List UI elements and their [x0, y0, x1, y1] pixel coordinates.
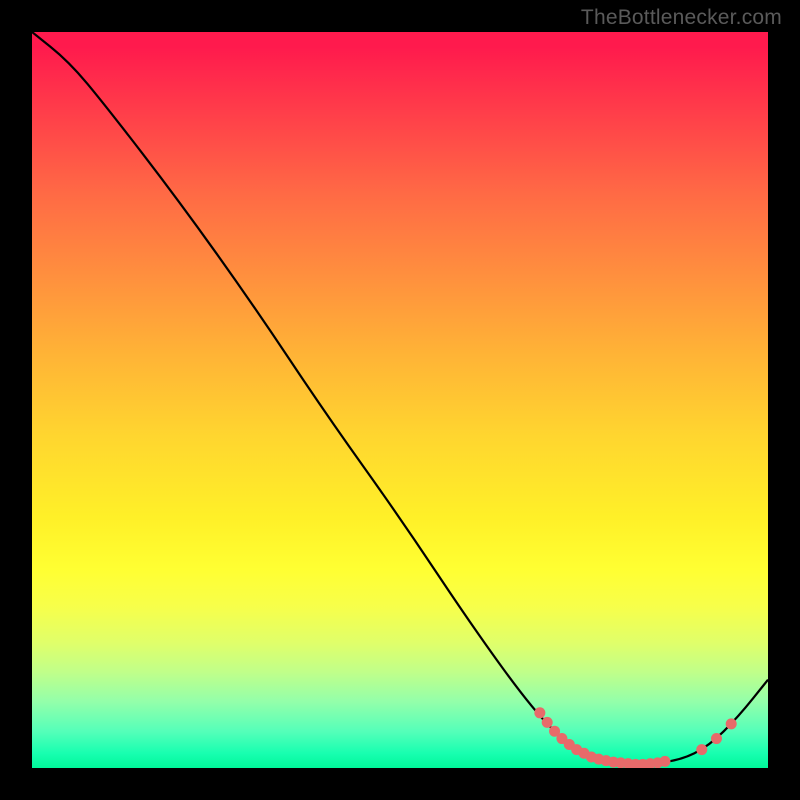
data-marker — [542, 717, 553, 728]
data-marker — [534, 707, 545, 718]
data-marker — [637, 759, 648, 768]
data-marker — [652, 757, 663, 768]
data-marker — [630, 759, 641, 768]
data-marker — [726, 718, 737, 729]
data-marker — [601, 755, 612, 766]
data-marker — [623, 758, 634, 768]
curve-svg — [32, 32, 768, 768]
data-marker — [608, 757, 619, 768]
data-marker — [659, 756, 670, 767]
data-marker — [615, 757, 626, 768]
data-markers — [534, 707, 736, 768]
bottleneck-curve — [32, 32, 768, 763]
data-marker — [711, 733, 722, 744]
data-marker — [593, 754, 604, 765]
data-marker — [564, 739, 575, 750]
data-marker — [586, 751, 597, 762]
data-marker — [556, 733, 567, 744]
data-marker — [549, 726, 560, 737]
data-marker — [579, 748, 590, 759]
attribution-text: TheBottlenecker.com — [581, 6, 782, 30]
data-marker — [571, 744, 582, 755]
bottleneck-gradient-plot — [32, 32, 768, 768]
data-marker — [696, 744, 707, 755]
data-marker — [645, 758, 656, 768]
